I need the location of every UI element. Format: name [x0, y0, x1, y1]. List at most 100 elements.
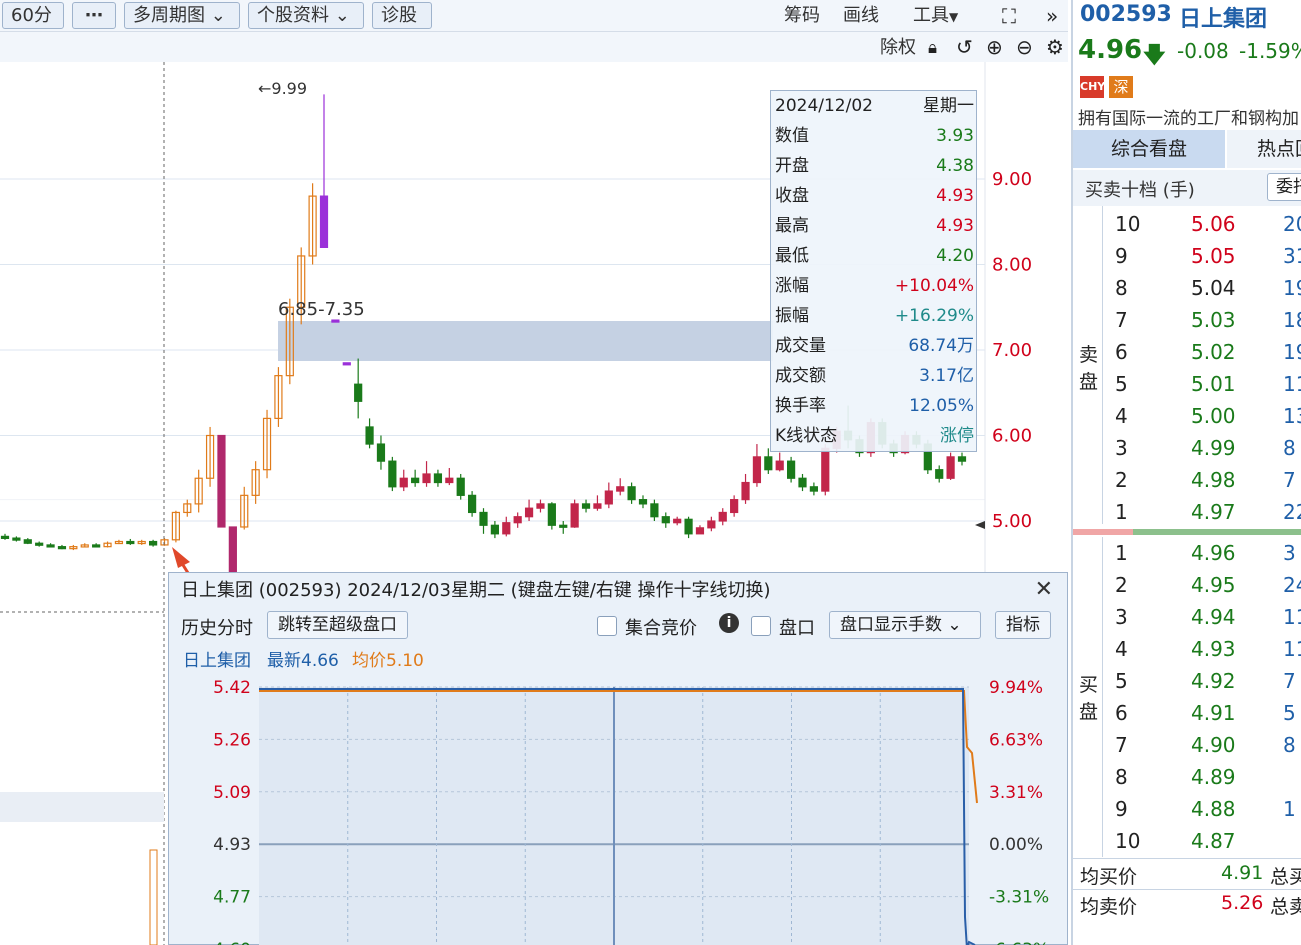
info-key: 最高: [775, 216, 809, 236]
candle-body: [935, 469, 944, 479]
diagnose-button[interactable]: 诊股: [372, 2, 432, 29]
book-volume: 19: [1283, 340, 1301, 364]
candle-body: [695, 527, 705, 535]
avg-sell-label: 均卖价: [1080, 896, 1138, 918]
candle-body: [502, 522, 511, 535]
candle-body: [0, 535, 10, 539]
peak-label: ←9.99: [258, 79, 307, 98]
zoom-out-icon[interactable]: ⊖: [1016, 36, 1033, 58]
volume-pane-divider: [0, 792, 164, 822]
last-price: 4.96: [1078, 35, 1143, 65]
adjust-link[interactable]: 除权: [880, 35, 916, 61]
y-tick-label: 5.00: [992, 511, 1032, 532]
chy-badge: CHY: [1080, 76, 1105, 98]
panel-checkbox[interactable]: [751, 616, 771, 636]
popup-avg: 均价5.10: [352, 651, 424, 671]
info-row: 成交额 3.17亿: [775, 361, 974, 391]
period-selector[interactable]: 60分: [2, 2, 64, 29]
book-level: 1: [1115, 500, 1128, 524]
book-level: 9: [1115, 244, 1128, 268]
multi-period-dropdown[interactable]: 多周期图 ⌄: [124, 2, 240, 29]
indicator-button[interactable]: 指标: [995, 611, 1051, 639]
book-volume: 13: [1283, 404, 1301, 428]
annotation-arrow-head: [172, 547, 190, 568]
company-desc: 拥有国际一流的工厂和钢构加: [1078, 109, 1299, 129]
down-arrow-icon: 🡇︎: [1143, 43, 1166, 68]
tab-overview[interactable]: 综合看盘: [1073, 130, 1225, 168]
intraday-price-label: 5.26: [213, 730, 251, 750]
show-hands-dropdown[interactable]: 盘口显示手数 ⌄: [829, 611, 981, 639]
info-value: +10.04%: [894, 276, 974, 296]
panel-label: 盘口: [779, 618, 815, 639]
info-key: 成交量: [775, 336, 826, 356]
y-tick-label: 8.00: [992, 255, 1032, 276]
book-price: 4.98: [1191, 468, 1236, 492]
book-volume: 22: [1283, 500, 1301, 524]
candle-body: [422, 473, 431, 484]
book-price: 4.97: [1191, 500, 1236, 524]
stock-info-dropdown[interactable]: 个股资料 ⌄: [248, 2, 364, 29]
book-level: 3: [1115, 605, 1128, 629]
volume-bar: [149, 849, 158, 945]
book-level: 4: [1115, 404, 1128, 428]
gear-icon[interactable]: ⚙: [1046, 36, 1064, 58]
total-sell-label: 总卖: [1270, 896, 1301, 918]
info-value: 12.05%: [909, 396, 974, 416]
candle-body: [638, 499, 648, 505]
candle-body: [57, 546, 67, 550]
info-key: 涨幅: [775, 276, 809, 296]
book-price: 4.92: [1191, 669, 1236, 693]
jump-super-panel-button[interactable]: 跳转至超级盘口: [267, 611, 408, 639]
candle-body: [547, 503, 556, 526]
book-price: 4.94: [1191, 605, 1236, 629]
intraday-chart[interactable]: 5.42 9.94% 5.26 6.63% 5.09 3.31% 4.93 0.00% 4.77…: [169, 673, 1067, 945]
intraday-pct-label: -3.31%: [989, 888, 1049, 908]
draw-link[interactable]: 画线: [843, 3, 879, 29]
info-key: 换手率: [775, 396, 826, 416]
zoom-in-icon[interactable]: ⊕: [986, 36, 1003, 58]
popup-title: 日上集团 (002593) 2024/12/03星期二 (键盘左键/右键 操作十…: [181, 580, 771, 601]
candle-body: [228, 526, 237, 575]
tools-menu[interactable]: 工具▼: [913, 3, 958, 30]
intraday-price-label: 5.42: [213, 678, 251, 698]
candle-body: [342, 362, 351, 366]
expand-right-icon[interactable]: »: [1046, 5, 1058, 27]
book-price: 4.95: [1191, 573, 1236, 597]
candle-body: [433, 473, 443, 484]
candle-body: [809, 486, 818, 492]
close-icon[interactable]: ✕: [1035, 577, 1053, 602]
chips-link[interactable]: 筹码: [784, 3, 820, 29]
book-level: 6: [1115, 340, 1128, 364]
tab-hotspot[interactable]: 热点回: [1227, 130, 1301, 168]
intraday-pct-label: 6.63%: [989, 730, 1043, 750]
more-button[interactable]: ⋯: [72, 2, 116, 29]
auction-checkbox[interactable]: [597, 616, 617, 636]
book-price: 4.93: [1191, 637, 1236, 661]
fullscreen-icon[interactable]: ⛶: [1002, 5, 1016, 27]
lock-icon[interactable]: 🔒︎: [928, 37, 937, 59]
book-level: 10: [1115, 212, 1141, 236]
candle-body: [376, 443, 386, 462]
info-key: 最低: [775, 246, 809, 266]
candle-body: [798, 477, 807, 488]
candle-body: [331, 319, 340, 323]
info-value: 4.38: [936, 156, 974, 176]
candle-body: [627, 486, 636, 501]
stock-info-label: 个股资料: [257, 5, 329, 26]
history-intraday-label: 历史分时: [181, 618, 253, 639]
chevron-down-icon: ⌄: [947, 615, 962, 635]
info-key: 数值: [775, 126, 809, 146]
candle-body: [149, 540, 158, 546]
info-icon[interactable]: i: [719, 613, 739, 633]
candle-body: [388, 460, 397, 488]
candle-body: [684, 518, 693, 535]
info-key: 振幅: [775, 306, 809, 326]
undo-icon[interactable]: ↺: [956, 36, 973, 58]
book-level: 2: [1115, 468, 1128, 492]
book-price: 5.03: [1191, 308, 1236, 332]
info-row: 最高 4.93: [775, 211, 974, 241]
candle-body: [411, 477, 420, 484]
book-volume: 8: [1283, 436, 1296, 460]
commission-button[interactable]: 委托: [1267, 173, 1301, 201]
candle-body: [752, 456, 762, 484]
